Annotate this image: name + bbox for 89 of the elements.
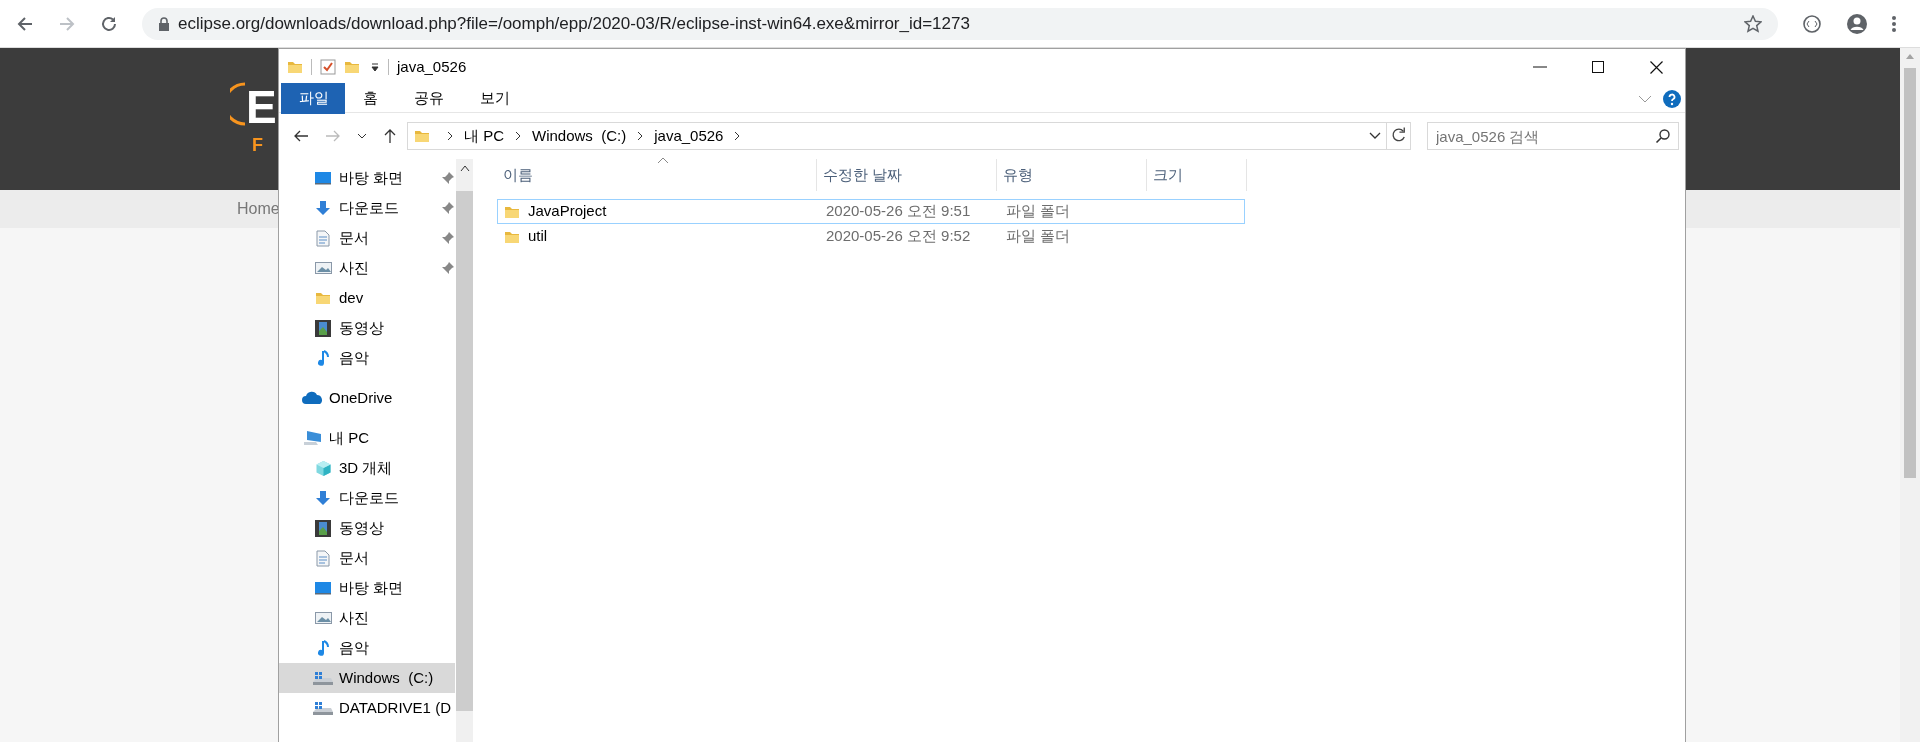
window-title: java_0526 — [397, 56, 468, 77]
monitor-icon — [314, 170, 332, 186]
modified-date: 2020-05-26 오전 9:51 — [825, 201, 972, 222]
file-name: util — [528, 226, 548, 247]
nav-item[interactable]: 동영상 — [279, 313, 455, 343]
computer-icon — [303, 430, 323, 446]
file-row[interactable]: JavaProject 2020-05-26 오전 9:51 파일 폴더 — [497, 199, 1245, 224]
nav-item[interactable]: 문서 — [279, 223, 455, 253]
back-arrow-icon[interactable] — [16, 14, 34, 33]
nav-item[interactable]: 내 PC — [279, 423, 455, 453]
breadcrumb-item[interactable]: 내 PC — [464, 124, 504, 148]
column-header[interactable]: 수정한 날짜 — [817, 159, 997, 191]
expand-chevron-icon[interactable] — [1637, 93, 1653, 104]
search-icon[interactable] — [1655, 128, 1671, 144]
nav-item[interactable]: 바탕 화면 — [279, 573, 455, 603]
nav-item[interactable]: 3D 개체 — [279, 453, 455, 483]
checkmark-icon[interactable] — [320, 59, 336, 75]
maximize-icon — [1592, 61, 1604, 73]
chevron-right-icon — [446, 131, 454, 141]
nav-item[interactable]: 동영상 — [279, 513, 455, 543]
extension-icon[interactable] — [1802, 13, 1822, 34]
nav-item[interactable]: dev — [279, 283, 455, 313]
help-icon[interactable] — [1663, 89, 1681, 108]
drive-icon — [312, 670, 334, 686]
nav-item[interactable]: 문서 — [279, 543, 455, 573]
cube-icon — [314, 459, 332, 477]
nav-item[interactable]: OneDrive — [279, 383, 455, 413]
column-header[interactable]: 이름 — [497, 159, 817, 191]
account-icon[interactable] — [1846, 12, 1868, 35]
column-header[interactable]: 크기 — [1147, 159, 1247, 191]
nav-item[interactable]: DATADRIVE1 (D — [279, 693, 455, 723]
site-logo[interactable]: E F — [230, 84, 277, 154]
nav-item[interactable]: 다운로드 — [279, 483, 455, 513]
folder-icon — [315, 290, 331, 306]
history-caret-icon[interactable] — [357, 131, 367, 141]
modified-date: 2020-05-26 오전 9:52 — [825, 226, 972, 247]
photo-icon — [314, 611, 332, 625]
breadcrumb-item[interactable]: Windows (C:) — [532, 124, 627, 148]
folder-icon — [414, 128, 430, 144]
music-note-icon — [317, 349, 329, 367]
up-arrow-icon[interactable] — [383, 128, 397, 144]
more-menu-icon[interactable] — [1892, 14, 1896, 33]
file-name: JavaProject — [528, 201, 607, 222]
page-scrollbar[interactable] — [1900, 48, 1920, 742]
back-arrow-icon[interactable] — [293, 128, 309, 144]
chevron-right-icon — [514, 131, 522, 141]
document-icon — [316, 549, 330, 567]
photo-icon — [314, 261, 332, 275]
breadcrumb-item[interactable]: java_0526 — [654, 124, 724, 148]
cloud-icon — [302, 391, 324, 405]
nav-item[interactable]: Windows (C:) — [279, 663, 455, 693]
address-bar[interactable]: 내 PC Windows (C:) java_0526 — [407, 122, 1411, 150]
nav-item[interactable]: 다운로드 — [279, 193, 455, 223]
chevron-right-icon — [733, 131, 742, 141]
film-icon — [315, 519, 331, 537]
drive-icon — [312, 700, 334, 716]
reload-icon[interactable] — [100, 14, 118, 33]
ribbon-tab[interactable]: 보기 — [462, 83, 528, 114]
ribbon-tab[interactable]: 공유 — [396, 83, 462, 114]
download-icon — [315, 490, 331, 506]
file-row[interactable]: util 2020-05-26 오전 9:52 파일 폴더 — [497, 224, 1245, 249]
dropdown-icon[interactable] — [370, 62, 380, 72]
search-field[interactable]: java_0526 검색 — [1427, 122, 1679, 150]
nav-item[interactable]: 사진 — [279, 253, 455, 283]
lock-icon — [158, 16, 170, 31]
nav-link[interactable]: Home — [237, 197, 280, 221]
monitor-icon — [314, 580, 332, 596]
close-icon — [1649, 60, 1663, 74]
ribbon-tab[interactable]: 홈 — [345, 83, 396, 114]
folder-icon — [287, 59, 303, 75]
nav-item[interactable]: 사진 — [279, 603, 455, 633]
star-icon[interactable] — [1744, 14, 1762, 33]
download-icon — [315, 200, 331, 216]
ribbon-tab[interactable]: 파일 — [281, 83, 345, 114]
logo-arc-icon — [230, 82, 246, 126]
dropdown-caret-icon[interactable] — [1368, 131, 1382, 141]
nav-item[interactable]: 음악 — [279, 633, 455, 663]
file-type: 파일 폴더 — [1005, 226, 1072, 247]
film-icon — [315, 319, 331, 337]
column-header[interactable]: 유형 — [997, 159, 1147, 191]
scroll-up-icon[interactable] — [458, 163, 471, 173]
music-note-icon — [317, 639, 329, 657]
nav-item[interactable]: 음악 — [279, 343, 455, 373]
nav-scrollbar[interactable] — [456, 159, 473, 742]
document-icon — [316, 229, 330, 247]
chevron-right-icon — [636, 131, 645, 141]
minimize-icon — [1533, 66, 1547, 68]
nav-item[interactable]: 바탕 화면 — [279, 163, 455, 193]
file-type: 파일 폴더 — [1005, 201, 1072, 222]
